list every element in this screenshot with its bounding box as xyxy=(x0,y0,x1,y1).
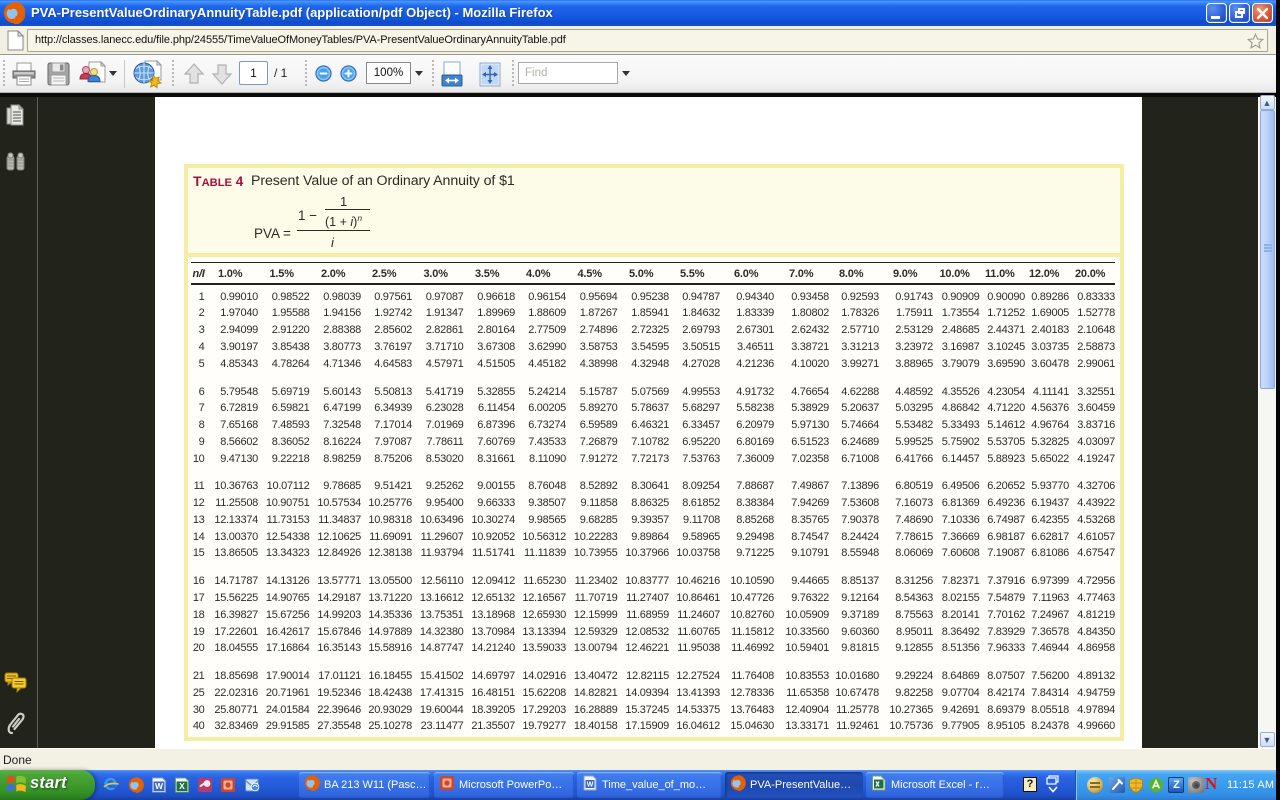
svg-text:W: W xyxy=(587,782,594,789)
svg-text:W: W xyxy=(155,781,164,791)
svg-text:X: X xyxy=(179,781,185,791)
